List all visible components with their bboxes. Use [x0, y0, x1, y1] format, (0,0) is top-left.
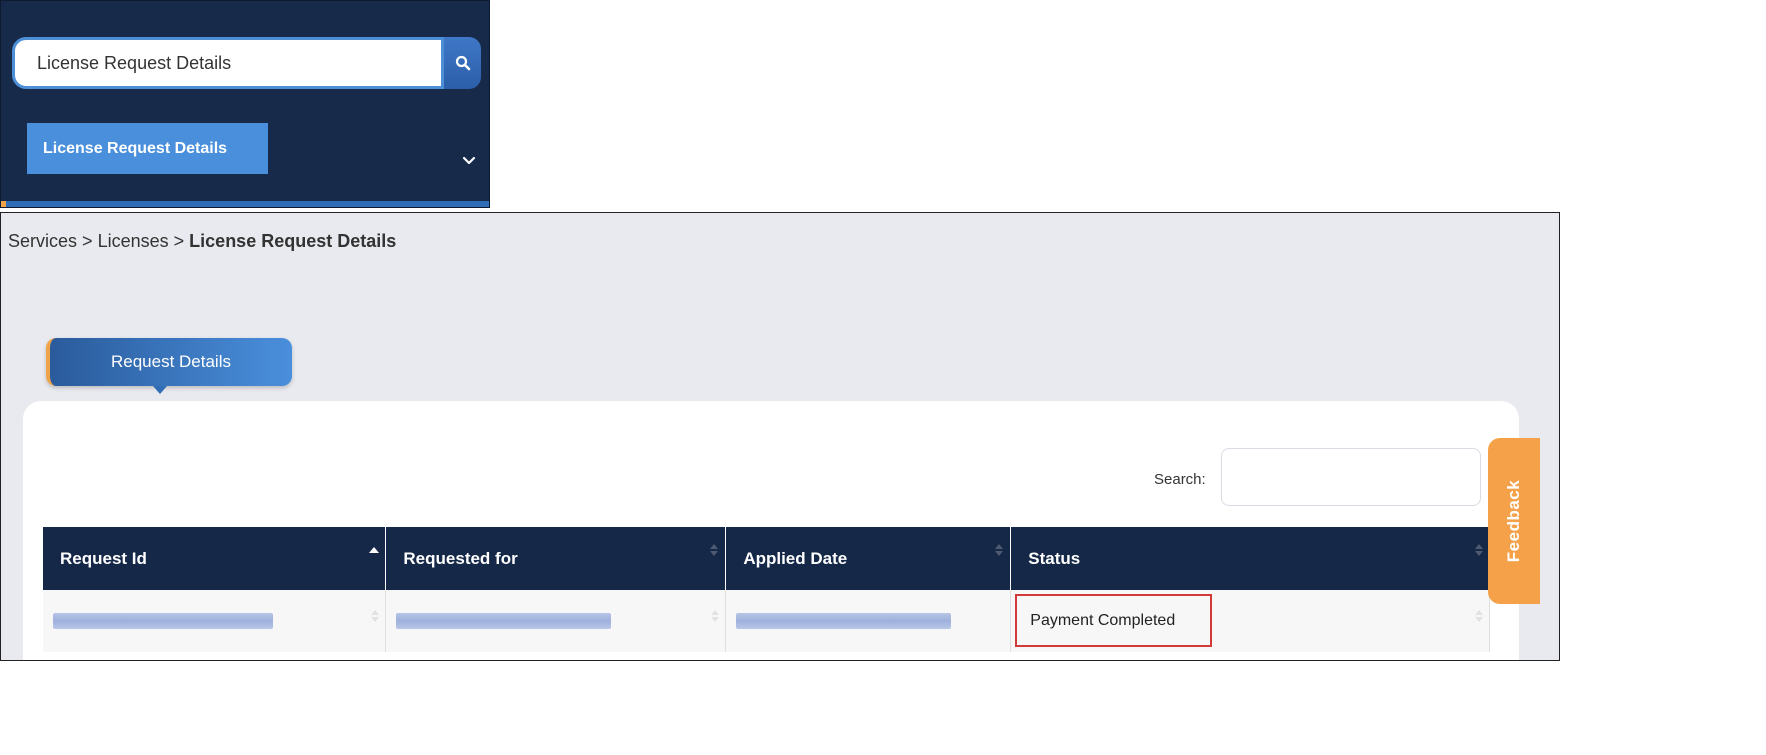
sort-icon	[994, 543, 1004, 557]
status-text: Payment Completed	[1030, 611, 1176, 629]
menu-result-item[interactable]: License Request Details	[27, 123, 268, 174]
table-search-input[interactable]	[1221, 448, 1481, 506]
table-row[interactable]: Payment Completed	[43, 590, 1490, 652]
cell-applied-date	[725, 590, 1012, 652]
sort-icon	[371, 610, 380, 622]
main-panel: Services > Licenses > License Request De…	[0, 212, 1560, 661]
tab-active-pointer	[153, 386, 167, 394]
nav-accent-bar	[1, 201, 489, 207]
column-header-label: Status	[1028, 548, 1081, 568]
tab-request-details[interactable]: Request Details	[46, 338, 292, 386]
requests-table: Request Id Requested for Applied Date St…	[43, 527, 1490, 652]
cell-requested-for	[385, 590, 727, 652]
sort-icon	[711, 610, 720, 622]
table-header-row: Request Id Requested for Applied Date St…	[43, 527, 1490, 590]
breadcrumb-item-services[interactable]: Services	[8, 231, 77, 251]
column-header-applied-date[interactable]: Applied Date	[725, 527, 1012, 590]
request-table-card: Search: Request Id Requested for Applied…	[23, 401, 1519, 660]
breadcrumb: Services > Licenses > License Request De…	[8, 231, 396, 252]
column-header-label: Request Id	[60, 548, 147, 568]
chevron-down-icon[interactable]	[459, 151, 479, 171]
menu-result-label: License Request Details	[43, 139, 228, 157]
column-header-request-id[interactable]: Request Id	[43, 527, 387, 590]
column-header-label: Applied Date	[743, 548, 848, 568]
sort-asc-icon	[369, 543, 380, 557]
menu-search-button[interactable]	[444, 37, 481, 89]
search-icon	[455, 55, 470, 71]
cell-request-id[interactable]	[43, 590, 387, 652]
menu-search-input[interactable]	[12, 37, 444, 89]
feedback-label: Feedback	[1504, 479, 1523, 563]
redacted-value	[396, 613, 612, 629]
breadcrumb-separator: >	[173, 231, 185, 251]
redacted-value	[736, 613, 952, 629]
column-header-requested-for[interactable]: Requested for	[385, 527, 727, 590]
sort-icon	[1474, 543, 1484, 557]
status-highlight-box: Payment Completed	[1015, 594, 1213, 647]
column-header-status[interactable]: Status	[1010, 527, 1490, 590]
sort-icon	[1475, 610, 1483, 622]
redacted-value	[53, 613, 273, 629]
breadcrumb-separator: >	[82, 231, 93, 251]
sort-icon	[709, 543, 719, 557]
breadcrumb-current: License Request Details	[189, 231, 397, 251]
breadcrumb-item-licenses[interactable]: Licenses	[98, 231, 169, 251]
tab-label: Request Details	[110, 352, 231, 371]
nav-panel: License Request Details	[0, 0, 490, 208]
feedback-tab[interactable]: Feedback	[1488, 438, 1540, 604]
table-search-label: Search:	[1154, 471, 1206, 488]
column-header-label: Requested for	[403, 548, 518, 568]
cell-status: Payment Completed	[1010, 590, 1490, 652]
